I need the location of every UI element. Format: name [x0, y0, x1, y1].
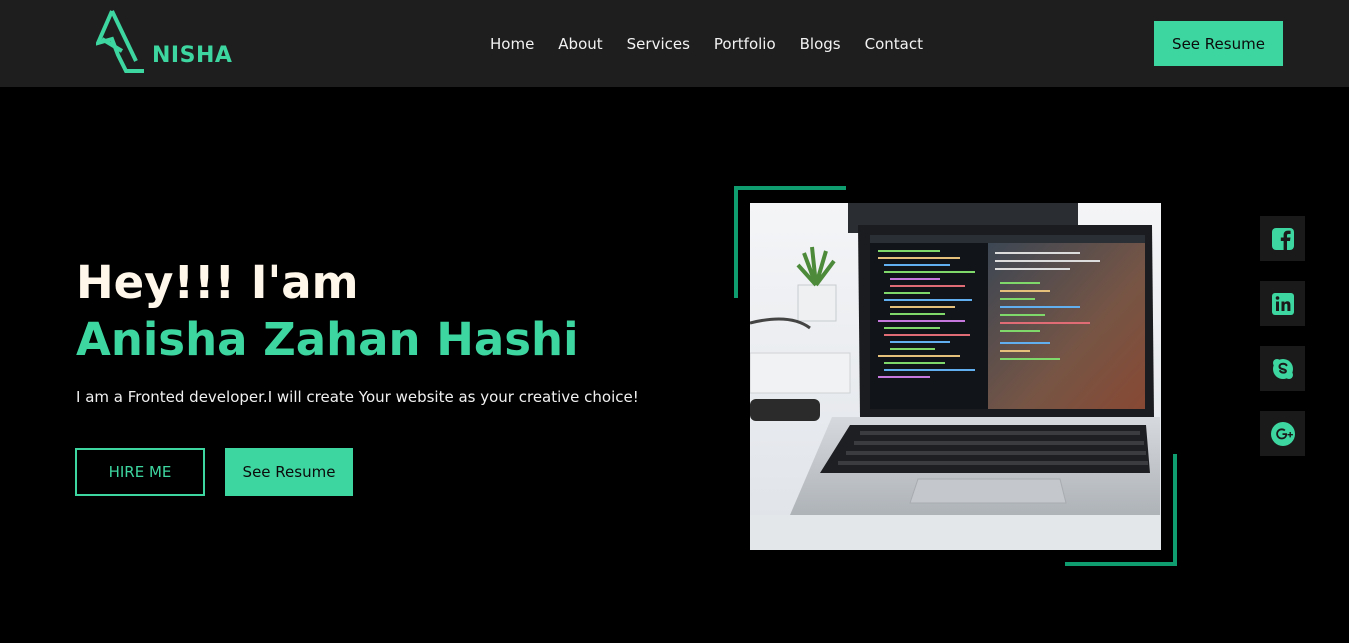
main-nav: Home About Services Portfolio Blogs Cont…	[490, 35, 923, 53]
frame-corner-top-left	[734, 186, 846, 190]
google-plus-link[interactable]	[1260, 411, 1305, 456]
nav-blogs[interactable]: Blogs	[800, 35, 841, 53]
linkedin-icon	[1271, 292, 1294, 315]
nav-portfolio[interactable]: Portfolio	[714, 35, 776, 53]
facebook-link[interactable]	[1260, 216, 1305, 261]
navbar: NISHA Home About Services Portfolio Blog…	[0, 0, 1349, 87]
google-plus-icon	[1270, 421, 1295, 446]
skype-link[interactable]	[1260, 346, 1305, 391]
linkedin-link[interactable]	[1260, 281, 1305, 326]
site-logo[interactable]: NISHA	[94, 9, 236, 73]
hero-greeting: Hey!!! I'am	[76, 256, 359, 309]
laptop-illustration	[750, 203, 1161, 550]
logo-text: NISHA	[152, 43, 233, 68]
nav-home[interactable]: Home	[490, 35, 534, 53]
hero-subtitle: I am a Fronted developer.I will create Y…	[76, 388, 639, 406]
facebook-icon	[1271, 227, 1294, 250]
frame-corner-top-left-vertical	[734, 186, 738, 298]
hero-laptop-image	[750, 203, 1161, 550]
nav-contact[interactable]: Contact	[865, 35, 923, 53]
hero-name: Anisha Zahan Hashi	[76, 313, 579, 366]
frame-corner-bottom-right	[1065, 562, 1177, 566]
nav-about[interactable]: About	[558, 35, 602, 53]
nav-services[interactable]: Services	[627, 35, 690, 53]
hero-see-resume-button[interactable]: See Resume	[225, 448, 353, 496]
skype-icon	[1272, 358, 1293, 379]
frame-corner-bottom-right-vertical	[1173, 454, 1177, 566]
nav-see-resume-button[interactable]: See Resume	[1154, 21, 1283, 66]
logo-mark-icon	[94, 10, 144, 73]
hire-me-button[interactable]: HIRE ME	[75, 448, 205, 496]
